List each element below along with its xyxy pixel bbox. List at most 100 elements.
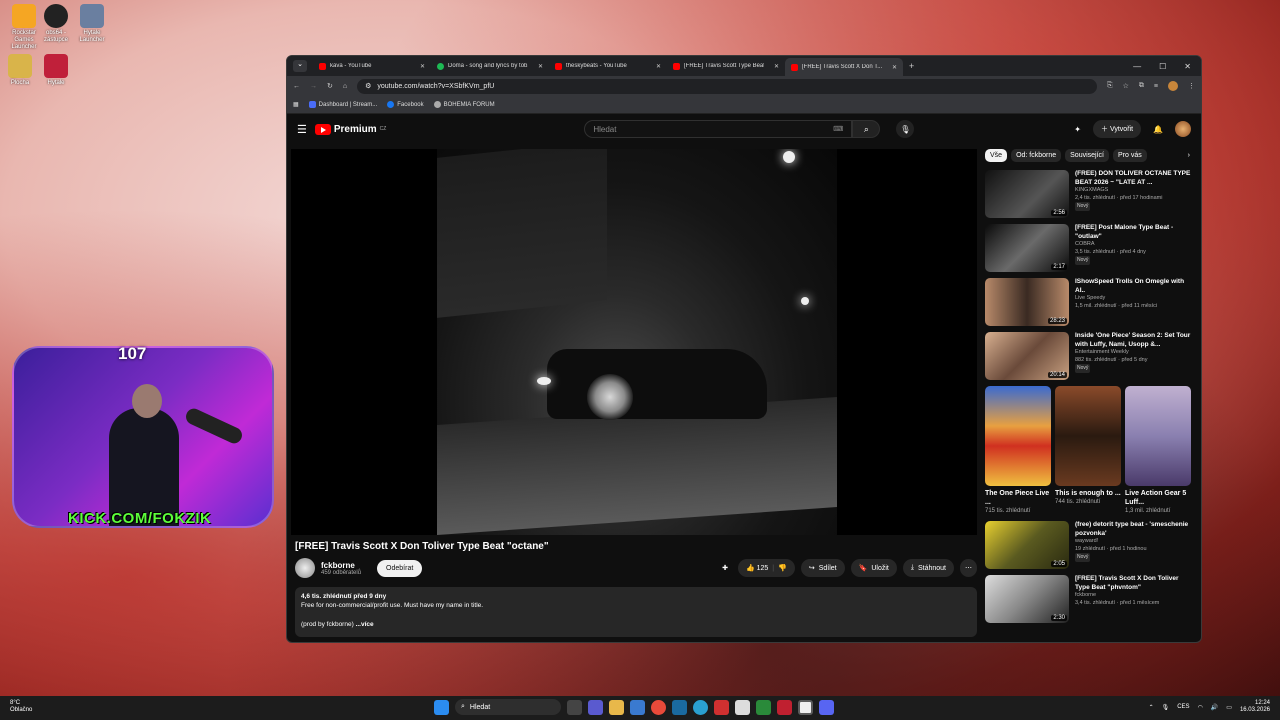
subscribe-button[interactable]: Odebírat <box>377 559 423 577</box>
store-icon[interactable] <box>630 699 645 715</box>
close-icon[interactable]: ✕ <box>420 63 425 70</box>
tab-theskybeats[interactable]: theskybeats - YouTube ✕ <box>549 58 667 74</box>
extensions-icon[interactable]: ⧉ <box>1139 82 1144 90</box>
list-item[interactable]: 20:14 Inside 'One Piece' Season 2: Set T… <box>985 332 1193 380</box>
list-item[interactable]: 2:56 (FREE) DON TOLIVER OCTANE TYPE BEAT… <box>985 170 1193 218</box>
hype-icon[interactable]: ✚ <box>722 564 728 572</box>
excel-icon[interactable] <box>756 699 771 715</box>
forward-icon[interactable]: → <box>310 83 317 90</box>
list-item[interactable]: 28:23 IShowSpeed Trolls On Omegle with A… <box>985 278 1193 326</box>
minimize-icon[interactable]: — <box>1133 62 1141 71</box>
chip-related[interactable]: Související <box>1065 149 1109 162</box>
bookmark-dashboard[interactable]: Dashboard | Stream... <box>308 101 377 108</box>
chip-for-you[interactable]: Pro vás <box>1113 149 1147 162</box>
desktop-icon-hytale-launcher[interactable]: Hytale Launcher <box>72 4 112 44</box>
back-icon[interactable]: ← <box>293 83 300 90</box>
taskbar-search[interactable]: ⌕ Hledat <box>455 699 561 715</box>
youtube-logo[interactable]: Premium CZ <box>314 123 386 135</box>
microphone-icon[interactable]: 🎙 <box>1162 704 1170 711</box>
task-view-icon[interactable] <box>567 699 582 715</box>
download-button[interactable]: ⤓ Stáhnout <box>902 559 954 577</box>
thumbs-down-icon[interactable]: 👎 <box>778 564 787 572</box>
chip-from-channel[interactable]: Od: fckborne <box>1011 149 1062 162</box>
channel-name[interactable]: fckborne <box>321 561 361 570</box>
voice-search-button[interactable]: 🎙 <box>896 120 915 138</box>
hamburger-menu-icon[interactable]: ☰ <box>297 123 307 136</box>
file-explorer-icon[interactable] <box>609 699 624 715</box>
home-icon[interactable]: ⌂ <box>343 83 347 90</box>
chevron-right-icon[interactable]: › <box>1185 149 1193 162</box>
steam-icon[interactable] <box>672 699 687 715</box>
clock[interactable]: 12:24 16.03.2026 <box>1240 700 1270 714</box>
app-icon[interactable] <box>777 699 792 715</box>
share-button[interactable]: ↪ Sdílet <box>800 559 845 577</box>
short-item[interactable]: Live Action Gear 5 Luff... 1,3 mil. zhlé… <box>1125 386 1191 515</box>
close-icon[interactable]: ✕ <box>892 64 897 71</box>
reading-list-icon[interactable]: ≡ <box>1154 83 1158 90</box>
search-input[interactable]: Hledat ⌨ <box>584 120 853 138</box>
tab-kava[interactable]: kava - YouTube ✕ <box>313 58 431 74</box>
frame-wheel <box>587 374 633 420</box>
tab-travis-don-toliver[interactable]: [FREE] Travis Scott X Don T... ✕ <box>785 58 903 76</box>
chevron-up-icon[interactable]: ⌃ <box>1149 704 1154 711</box>
short-item[interactable]: The One Piece Live ... 715 tis. zhlédnut… <box>985 386 1051 515</box>
install-icon[interactable]: ⎘ <box>1107 82 1113 90</box>
wifi-icon[interactable]: ◠ <box>1198 704 1203 711</box>
weather-widget[interactable]: 8°C Oblačno <box>10 700 32 714</box>
list-item[interactable]: 2:17 [FREE] Post Malone Type Beat - "out… <box>985 224 1193 272</box>
viewer-count: 107 <box>118 344 147 363</box>
teams-icon[interactable] <box>588 699 603 715</box>
obs-taskbar-icon[interactable] <box>798 699 813 715</box>
show-more-link[interactable]: ...více <box>356 621 374 628</box>
rockstar-taskbar-icon[interactable] <box>714 699 729 715</box>
save-button[interactable]: 🔖 Uložit <box>850 559 897 577</box>
short-title: Live Action Gear 5 Luff... <box>1125 490 1187 506</box>
tab-doma[interactable]: Doma - song and lyrics by tob... ✕ <box>431 58 549 74</box>
bookmark-facebook[interactable]: Facebook <box>387 101 424 108</box>
video-player[interactable] <box>291 149 977 535</box>
search-button[interactable]: ⌕ <box>852 120 881 138</box>
chrome-icon[interactable] <box>651 699 666 715</box>
rec-channel: wayward! <box>1075 538 1099 544</box>
desktop-icon-plocha[interactable]: Plocha <box>0 54 40 87</box>
epic-games-icon[interactable] <box>735 699 750 715</box>
notifications-bell-icon[interactable]: 🔔 <box>1153 125 1163 134</box>
tab-travis-type-beat[interactable]: [FREE] Travis Scott Type Beat -... ✕ <box>667 58 785 74</box>
tab-search-icon[interactable]: ⌄ <box>293 60 307 72</box>
list-item[interactable]: 2:30 [FREE] Travis Scott X Don Toliver T… <box>985 575 1193 623</box>
close-icon[interactable]: ✕ <box>656 63 661 70</box>
new-tab-icon[interactable]: + <box>909 61 914 71</box>
account-avatar[interactable] <box>1175 121 1191 137</box>
profile-icon[interactable] <box>1168 81 1178 91</box>
list-item[interactable]: 2:05 (free) detorit type beat - 'smesche… <box>985 521 1193 569</box>
close-icon[interactable]: ✕ <box>538 63 543 70</box>
taskbar-search-label: Hledat <box>469 703 491 711</box>
reload-icon[interactable]: ↻ <box>327 82 333 90</box>
site-info-icon[interactable]: ⚙ <box>365 82 371 90</box>
create-button[interactable]: ＋ Vytvořit <box>1093 120 1142 138</box>
close-icon[interactable]: ✕ <box>774 63 779 70</box>
cast-icon[interactable]: ✦ <box>1074 125 1081 134</box>
edge-icon[interactable] <box>693 699 708 715</box>
desktop-icon-hytale[interactable]: Hytale <box>36 54 76 87</box>
language-indicator[interactable]: CES <box>1177 704 1189 710</box>
menu-icon[interactable]: ⋮ <box>1188 82 1195 90</box>
short-item[interactable]: This is enough to ... 744 tis. zhlédnutí <box>1055 386 1121 515</box>
like-button[interactable]: 👍 125 <box>746 564 768 572</box>
bookmark-star-icon[interactable]: ☆ <box>1123 82 1129 90</box>
battery-icon[interactable]: ▭ <box>1226 704 1232 711</box>
url-input[interactable]: ⚙ youtube.com/watch?v=XSbfKVm_pfU <box>357 78 1098 94</box>
start-icon[interactable] <box>434 699 449 715</box>
close-window-icon[interactable]: ✕ <box>1184 62 1191 71</box>
keyboard-icon[interactable]: ⌨ <box>833 125 843 133</box>
bookmark-bohemia[interactable]: BOHEMIA FORUM <box>433 101 495 108</box>
description-box[interactable]: 4,6 tis. zhlédnutí před 9 dny Free for n… <box>295 587 977 637</box>
volume-icon[interactable]: 🔊 <box>1211 704 1218 711</box>
desktop-icon-obs[interactable]: obs64 - zástupce <box>36 4 76 44</box>
discord-icon[interactable] <box>819 699 834 715</box>
apps-icon[interactable]: ▦ <box>293 101 299 108</box>
more-actions-button[interactable]: ⋯ <box>960 559 977 577</box>
channel-avatar[interactable] <box>295 558 315 578</box>
maximize-icon[interactable]: ☐ <box>1159 62 1166 71</box>
chip-all[interactable]: Vše <box>985 149 1008 162</box>
